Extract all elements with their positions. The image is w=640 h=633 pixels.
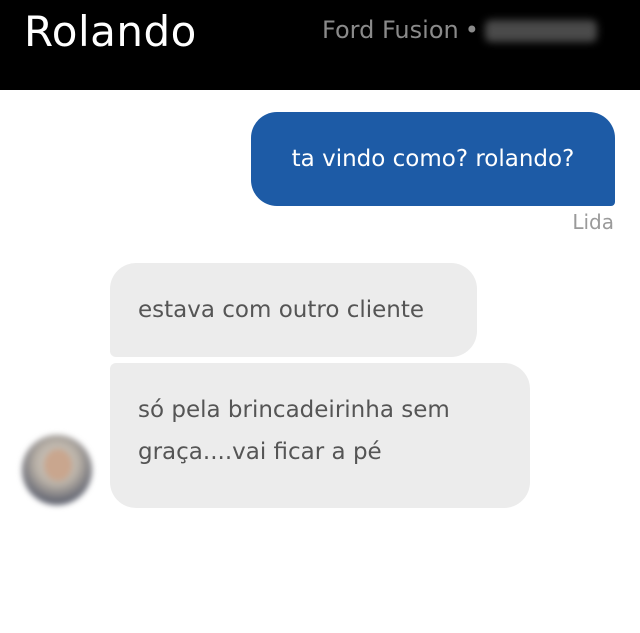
read-receipt: Lida [572,210,614,234]
outgoing-message-bubble: ta vindo como? rolando? [251,112,615,206]
vehicle-model: Ford Fusion [322,16,459,44]
incoming-message-bubble: estava com outro cliente [110,263,477,357]
separator-dot: • [464,16,479,44]
outgoing-message-text: ta vindo como? rolando? [291,146,575,172]
incoming-message-bubble: só pela brincadeirinha sem graça....vai … [110,363,530,508]
chat-thread: ta vindo como? rolando? Lida estava com … [0,90,640,633]
incoming-message-text: estava com outro cliente [138,297,425,323]
incoming-message-line: graça....vai ficar a pé [138,439,382,465]
avatar-face [44,449,72,481]
vehicle-info: Ford Fusion • [322,14,597,46]
license-plate-redacted [484,20,597,42]
incoming-message-line: só pela brincadeirinha sem [138,397,450,423]
driver-avatar-icon[interactable] [22,435,92,505]
chat-header: Rolando Ford Fusion • [0,0,640,90]
driver-name: Rolando [24,7,197,56]
